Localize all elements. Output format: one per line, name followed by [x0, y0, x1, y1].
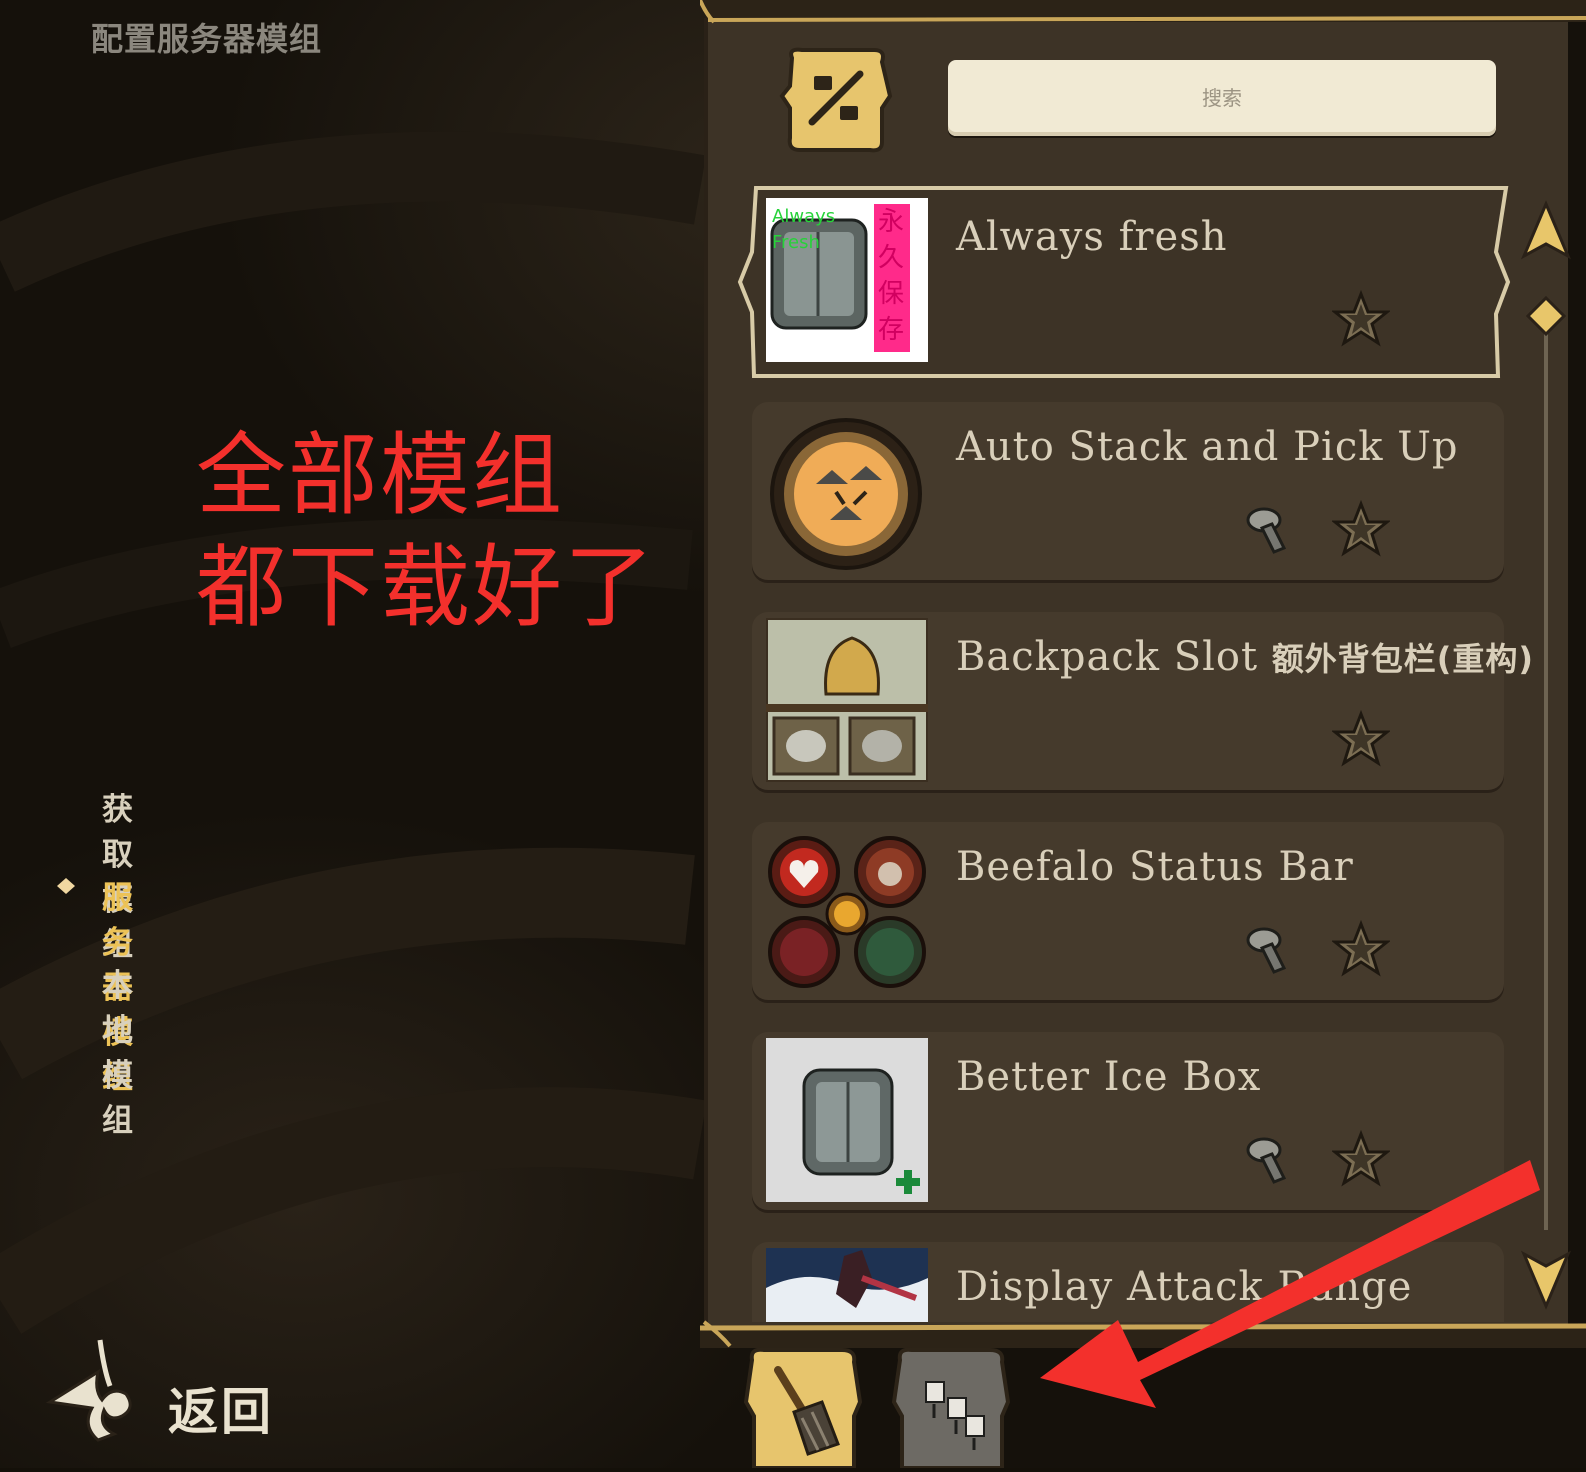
favorite-star-icon[interactable] — [1332, 290, 1390, 348]
search-input[interactable] — [948, 60, 1496, 136]
update-all-tab[interactable] — [890, 1346, 1014, 1470]
mod-name: Always fresh — [956, 214, 1228, 260]
mod-thumbnail — [766, 618, 928, 782]
scroll-track — [1544, 320, 1548, 1230]
mod-name-latin: Backpack Slot — [956, 634, 1259, 680]
scroll-up-arrow-icon[interactable] — [1518, 200, 1572, 270]
mod-name: Auto Stack and Pick Up — [956, 424, 1459, 470]
mod-name: Better Ice Box — [956, 1054, 1262, 1100]
scroll-thumb-icon[interactable] — [1526, 296, 1566, 336]
favorite-star-icon[interactable] — [1332, 920, 1390, 978]
filter-button[interactable] — [778, 46, 894, 154]
panel-top-frame — [700, 0, 1586, 24]
mod-card-auto-stack[interactable]: Auto Stack and Pick Up — [746, 396, 1508, 586]
thumb-label-cjk: 永久保存 — [878, 207, 905, 345]
mod-thumbnail — [766, 408, 928, 572]
mod-panel: 永久保存 Always Fresh Always fresh — [700, 0, 1586, 1468]
annotation-line-2: 都下载好了 — [196, 535, 656, 640]
scroll-down-arrow-icon[interactable] — [1518, 1240, 1572, 1310]
panel-bottom-frame — [700, 1320, 1586, 1348]
thumb-label-latin: Always Fresh — [772, 206, 836, 253]
attack-range-icon — [766, 1248, 928, 1322]
mod-card-better-ice-box[interactable]: Better Ice Box — [746, 1026, 1508, 1216]
beefalo-badges-icon — [768, 836, 926, 988]
mod-name: Backpack Slot 额外背包栏(重构) — [956, 634, 1534, 680]
mod-name-cjk: 额外背包栏(重构) — [1271, 640, 1535, 678]
client-mod-screw-icon — [1246, 507, 1287, 554]
mod-thumbnail — [766, 828, 928, 992]
better-ice-box-icon — [766, 1038, 928, 1202]
percent-filter-icon — [779, 47, 893, 153]
client-mod-screw-icon — [1246, 927, 1287, 974]
favorite-star-icon[interactable] — [1332, 710, 1390, 768]
mod-card-beefalo-status-bar[interactable]: Beefalo Status Bar — [746, 816, 1508, 1006]
mod-card-display-attack-range[interactable]: Display Attack Range — [746, 1236, 1508, 1322]
mod-thumbnail — [766, 1248, 928, 1322]
cleanup-tab[interactable] — [742, 1346, 866, 1470]
back-arrow-icon — [45, 1339, 132, 1442]
client-mod-screw-icon — [1246, 1137, 1287, 1184]
annotation-line-1: 全部模组 — [196, 423, 564, 528]
nav-item-local-mods[interactable]: 本地模组 — [102, 960, 134, 1140]
mod-card-always-fresh[interactable]: 永久保存 Always Fresh Always fresh — [737, 186, 1511, 378]
mod-card-backpack-slot[interactable]: Backpack Slot 额外背包栏(重构) — [746, 606, 1533, 796]
back-label: 返回 — [168, 1383, 274, 1441]
auto-stack-badge-icon — [770, 418, 922, 570]
favorite-star-icon[interactable] — [1332, 1130, 1390, 1188]
mod-thumbnail — [766, 1038, 928, 1202]
page-title: 配置服务器模组 — [91, 20, 323, 58]
mod-name: Beefalo Status Bar — [956, 844, 1354, 890]
broom-icon — [743, 1347, 863, 1470]
backpack-slot-icon — [766, 618, 928, 782]
mod-list-scrollbar[interactable] — [1518, 200, 1572, 1310]
annotation-text: 全部模组 都下载好了 — [196, 420, 656, 644]
mod-thumbnail: 永久保存 Always Fresh — [766, 198, 928, 362]
download-pins-icon — [891, 1347, 1011, 1470]
favorite-star-icon[interactable] — [1332, 500, 1390, 558]
active-indicator-icon — [57, 878, 75, 894]
mod-name: Display Attack Range — [956, 1264, 1413, 1310]
